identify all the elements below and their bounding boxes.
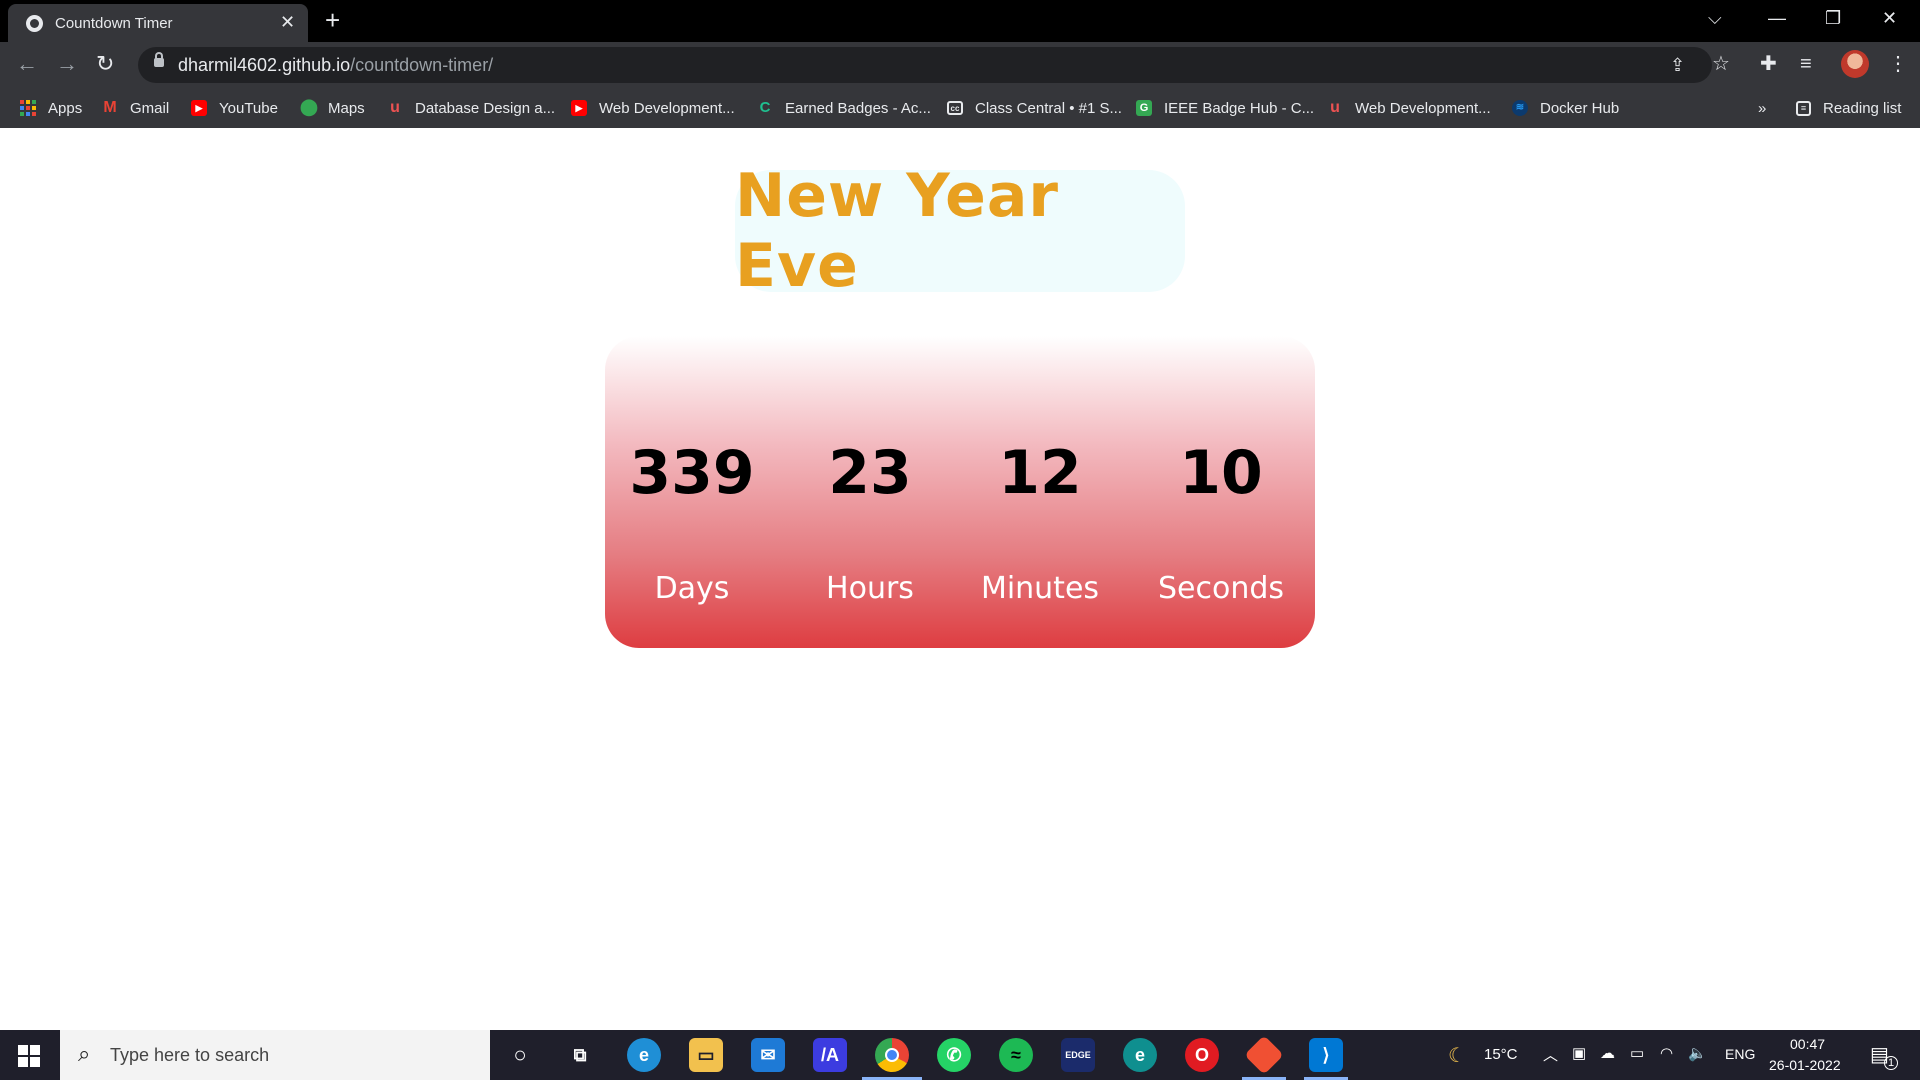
countdown-card: 339 Days 23 Hours 12 Minutes 10 Seconds (605, 336, 1315, 648)
url-text[interactable]: dharmil4602.github.io/countdown-timer/ (178, 55, 493, 76)
seconds-label: Seconds (1157, 571, 1285, 606)
search-placeholder: Type here to search (110, 1045, 270, 1065)
edge-beta-icon[interactable]: e (1123, 1038, 1157, 1072)
stock-edge-icon[interactable]: EDGE (1061, 1038, 1095, 1072)
windows-taskbar: ⌕ Type here to search ○ ⧉ e ▭ ✉ /A ✆ ≈ E… (0, 1030, 1920, 1080)
tab-search-icon[interactable]: ⌵ (1708, 6, 1722, 30)
visual-studio-icon[interactable]: /A (813, 1038, 847, 1072)
heading-container: New Year Eve (735, 161, 1185, 301)
youtube-icon: ▶ (571, 100, 587, 116)
bookmark-maps[interactable]: ⬤ Maps (300, 96, 365, 120)
clock-time[interactable]: 00:47 (1790, 1036, 1825, 1052)
youtube-icon: ▶ (191, 100, 207, 116)
restore-button[interactable]: ❐ (1825, 6, 1841, 30)
hours-value: 23 (828, 438, 912, 508)
bookmark-ieee-badge-hub[interactable]: G IEEE Badge Hub - C... (1136, 96, 1314, 120)
lock-icon (154, 52, 164, 67)
language-indicator[interactable]: ENG (1725, 1046, 1755, 1062)
chrome-icon[interactable] (875, 1038, 909, 1072)
back-arrow-icon[interactable]: ← (16, 52, 38, 76)
bookmark-class-central[interactable]: cc Class Central • #1 S... (947, 96, 1122, 120)
close-window-button[interactable]: ✕ (1882, 6, 1897, 30)
days-value: 339 (629, 438, 755, 508)
bookmark-docker-hub[interactable]: ≋ Docker Hub (1512, 96, 1619, 120)
extensions-puzzle-icon[interactable]: ✚ (1760, 52, 1777, 76)
address-bar[interactable]: dharmil4602.github.io/countdown-timer/ ⇪ (138, 47, 1712, 83)
search-icon: ⌕ (78, 1041, 91, 1066)
page-content: New Year Eve 339 Days 23 Hours 12 Minute… (0, 128, 1920, 1030)
bookmarks-bar: Apps M Gmail ▶ YouTube ⬤ Maps u Database… (0, 88, 1920, 128)
minutes-value: 12 (998, 438, 1082, 508)
maps-icon: ⬤ (300, 99, 318, 116)
reading-list-icon: ≡ (1796, 100, 1811, 116)
battery-icon[interactable]: ▭ (1630, 1044, 1644, 1062)
cortana-icon[interactable]: ○ (503, 1038, 537, 1072)
wifi-icon[interactable]: ◠ (1660, 1044, 1673, 1062)
minimize-button[interactable]: — (1768, 6, 1786, 30)
hours-label: Hours (826, 571, 914, 606)
vscode-icon[interactable]: ⟩ (1309, 1038, 1343, 1072)
reading-list-button[interactable]: ≡ Reading list (1796, 96, 1901, 120)
bookmark-web-development-2[interactable]: u Web Development... (1327, 96, 1491, 120)
bookmark-gmail[interactable]: M Gmail (102, 96, 169, 120)
temperature-text[interactable]: 15°C (1484, 1046, 1518, 1063)
udemy-icon: u (390, 99, 400, 116)
apps-grid-icon (20, 100, 36, 116)
browser-toolbar: ← → ↻ dharmil4602.github.io/countdown-ti… (0, 42, 1920, 88)
page-title: New Year Eve (735, 161, 1059, 301)
seconds-value: 10 (1179, 438, 1263, 508)
show-hidden-icons-icon[interactable]: ︿ (1543, 1044, 1558, 1065)
globe-icon (26, 15, 43, 32)
bookmark-youtube[interactable]: ▶ YouTube (191, 96, 278, 120)
bookmark-web-development-1[interactable]: ▶ Web Development... (571, 96, 735, 120)
new-tab-button[interactable]: + (325, 7, 340, 33)
notification-count-badge: 1 (1884, 1056, 1898, 1070)
bookmark-apps[interactable]: Apps (20, 96, 82, 120)
task-view-icon[interactable]: ⧉ (563, 1038, 597, 1072)
share-icon[interactable]: ⇪ (1670, 53, 1685, 77)
more-menu-icon[interactable]: ⋮ (1888, 52, 1908, 76)
onedrive-icon[interactable]: ☁ (1600, 1044, 1615, 1062)
credly-icon: C (759, 99, 771, 116)
moon-weather-icon[interactable]: ☾ (1448, 1043, 1466, 1068)
browser-tab-strip: Countdown Timer ✕ + ⌵ — ❐ ✕ (0, 0, 1920, 42)
reload-icon[interactable]: ↻ (96, 52, 114, 76)
volume-icon[interactable]: 🔈 (1688, 1044, 1707, 1062)
bookmark-database-design[interactable]: u Database Design a... (387, 96, 555, 120)
profile-avatar[interactable] (1841, 50, 1869, 78)
git-icon[interactable] (1244, 1035, 1284, 1075)
bookmarks-overflow-button[interactable]: » (1758, 96, 1766, 120)
edge-icon[interactable]: e (627, 1038, 661, 1072)
file-explorer-icon[interactable]: ▭ (689, 1038, 723, 1072)
close-tab-icon[interactable]: ✕ (280, 12, 295, 32)
spotify-icon[interactable]: ≈ (999, 1038, 1033, 1072)
mail-icon[interactable]: ✉ (751, 1038, 785, 1072)
windows-start-icon[interactable] (18, 1045, 40, 1067)
media-control-icon[interactable]: ≡ (1800, 52, 1812, 76)
tab-title: Countdown Timer (55, 15, 173, 32)
days-label: Days (654, 571, 730, 606)
opera-icon[interactable]: O (1185, 1038, 1219, 1072)
bookmark-earned-badges[interactable]: C Earned Badges - Ac... (757, 96, 931, 120)
meet-now-icon[interactable]: ▣ (1572, 1044, 1586, 1062)
bookmark-star-icon[interactable]: ☆ (1712, 52, 1730, 76)
minutes-label: Minutes (980, 571, 1100, 606)
forward-arrow-icon[interactable]: → (56, 52, 78, 76)
classcentral-icon: cc (947, 101, 963, 115)
gmail-icon: M (103, 99, 117, 116)
whatsapp-icon[interactable]: ✆ (937, 1038, 971, 1072)
taskbar-search-input[interactable]: ⌕ Type here to search (60, 1030, 490, 1080)
docker-icon: ≋ (1512, 100, 1528, 116)
udemy-icon: u (1330, 99, 1340, 116)
clock-date[interactable]: 26-01-2022 (1769, 1057, 1841, 1073)
ieee-icon: G (1136, 100, 1152, 116)
tab-countdown-timer[interactable]: Countdown Timer ✕ (8, 4, 308, 42)
